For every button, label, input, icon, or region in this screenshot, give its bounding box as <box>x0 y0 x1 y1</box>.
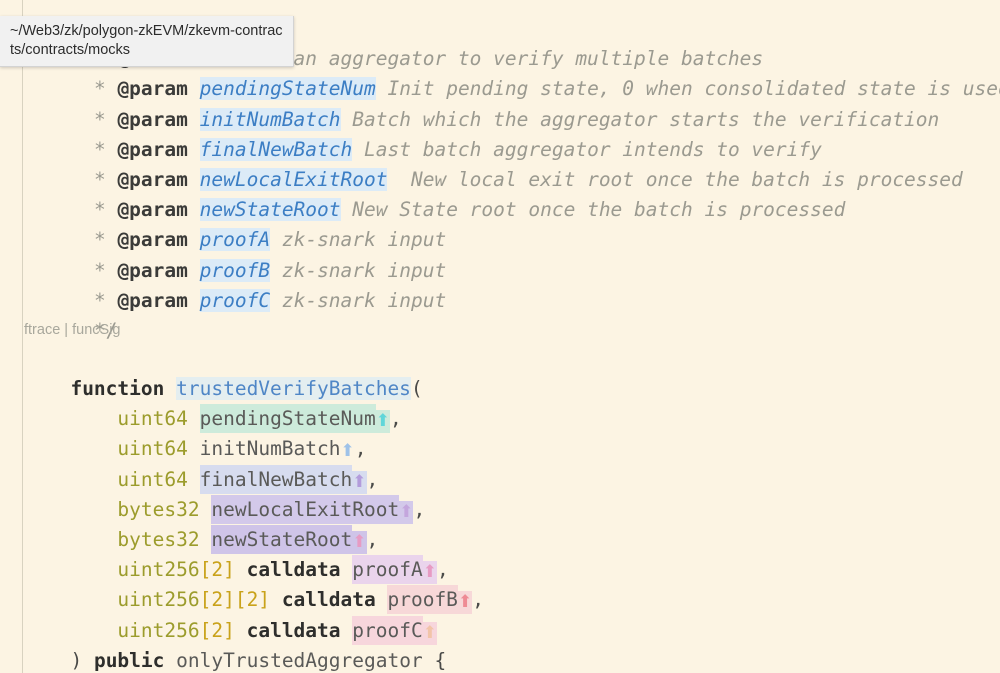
comment-param-name[interactable]: finalNewBatch <box>199 137 353 161</box>
param-type: uint64 <box>117 407 188 431</box>
comment-star: * <box>93 137 106 161</box>
param-comma: , <box>389 407 402 431</box>
code-content[interactable]: * @notice Allows an aggregator to verify… <box>0 47 1000 672</box>
param-name[interactable]: newLocalExitRoot <box>211 494 400 524</box>
breadcrumb-path-tooltip[interactable]: ~/Web3/zk/polygon-zkEVM/zkevm-contracts/… <box>0 16 294 67</box>
up-arrow-icon[interactable]: ⬆ <box>422 621 437 645</box>
param-data-location: calldata <box>246 558 341 582</box>
param-comma: , <box>472 588 484 612</box>
param-type: uint64 <box>117 437 188 461</box>
comment-tag-param: @param <box>117 77 188 101</box>
up-arrow-icon[interactable]: ⬆ <box>457 591 473 615</box>
param-array-dims: [2] <box>199 558 235 582</box>
comment-tag-param: @param <box>117 198 188 222</box>
param-type: uint256 <box>117 618 200 642</box>
comment-param-name[interactable]: proofC <box>199 288 271 312</box>
comment-param-text: Init pending state, 0 when consolidated … <box>387 77 1000 101</box>
comment-param-name[interactable]: newStateRoot <box>199 198 341 222</box>
comment-param-text: Last batch aggregator intends to verify <box>364 137 822 161</box>
comment-param-name[interactable]: proofA <box>199 228 271 252</box>
param-comma: , <box>366 528 379 552</box>
param-name[interactable]: proofB <box>387 585 458 615</box>
param-name[interactable]: initNumBatch <box>200 434 341 463</box>
comment-param-text: zk-snark input <box>281 228 447 252</box>
comment-tag-param: @param <box>117 107 188 131</box>
code-line-function-declaration: function trustedVerifyBatches( <box>0 344 1000 401</box>
comment-tag-param: @param <box>117 258 188 282</box>
param-name[interactable]: finalNewBatch <box>199 464 353 494</box>
param-array-dims: [2][2] <box>199 588 271 612</box>
param-name[interactable]: pendingStateNum <box>199 404 376 434</box>
up-arrow-icon[interactable]: ⬆ <box>422 561 437 585</box>
param-type: bytes32 <box>117 497 200 521</box>
comment-tag-param: @param <box>117 228 188 252</box>
comment-param-text: Batch which the aggregator starts the ve… <box>352 107 940 131</box>
param-array-dims: [2] <box>199 618 235 642</box>
comment-star: * <box>93 167 106 191</box>
comment-star: * <box>93 228 106 252</box>
code-editor-surface[interactable]: * @notice Allows an aggregator to verify… <box>0 0 1000 673</box>
comment-star: * <box>93 107 106 131</box>
visibility-keyword: public <box>93 648 165 672</box>
param-name[interactable]: proofC <box>352 615 423 645</box>
param-comma: , <box>436 558 449 582</box>
param-comma: , <box>354 437 367 461</box>
param-data-location: calldata <box>246 618 341 642</box>
comment-param-name[interactable]: pendingStateNum <box>199 77 376 101</box>
comment-star: * <box>93 77 106 101</box>
comment-param-text: New local exit root once the batch is pr… <box>399 167 963 191</box>
param-name[interactable]: proofA <box>352 555 423 585</box>
comment-tag-param: @param <box>117 137 188 161</box>
up-arrow-icon[interactable]: ⬆ <box>352 531 367 555</box>
comment-param-text: zk-snark input <box>281 258 447 282</box>
comment-tag-param: @param <box>117 167 188 191</box>
open-paren: ( <box>410 377 423 401</box>
param-type: uint256 <box>117 558 200 582</box>
comment-star: * <box>93 198 106 222</box>
param-data-location: calldata <box>281 588 376 612</box>
codelens-funcsig-action[interactable]: funcSig <box>72 322 120 338</box>
comment-param-name[interactable]: newLocalExitRoot <box>199 167 388 191</box>
comment-star: * <box>93 288 106 312</box>
comment-notice-text: Allows an aggregator to verify multiple … <box>211 47 764 71</box>
up-arrow-icon[interactable]: ⬆ <box>375 410 390 434</box>
param-type: bytes32 <box>117 528 200 552</box>
codelens-ftrace-action[interactable]: ftrace <box>24 322 60 338</box>
up-arrow-icon[interactable]: ⬆ <box>341 440 355 463</box>
param-name[interactable]: newStateRoot <box>211 525 353 555</box>
comment-param-text: New State root once the batch is process… <box>352 198 846 222</box>
up-arrow-icon[interactable]: ⬆ <box>399 500 414 524</box>
keyword-function: function <box>70 377 165 401</box>
function-modifier[interactable]: onlyTrustedAggregator <box>176 649 423 672</box>
comment-param-name[interactable]: proofB <box>199 258 271 282</box>
comment-star: * <box>93 258 106 282</box>
comment-param-name[interactable]: initNumBatch <box>199 107 341 131</box>
open-brace: { <box>434 648 447 672</box>
codelens-bar[interactable]: ftrace | funcSig <box>0 316 1000 344</box>
close-paren: ) <box>70 648 83 672</box>
up-arrow-icon[interactable]: ⬆ <box>352 470 367 494</box>
function-name[interactable]: trustedVerifyBatches <box>176 377 411 401</box>
comment-param-text: zk-snark input <box>281 288 447 312</box>
param-type: uint64 <box>117 467 188 491</box>
param-comma: , <box>413 497 426 521</box>
param-type: uint256 <box>117 588 200 612</box>
param-comma: , <box>366 467 379 491</box>
comment-tag-param: @param <box>117 288 188 312</box>
